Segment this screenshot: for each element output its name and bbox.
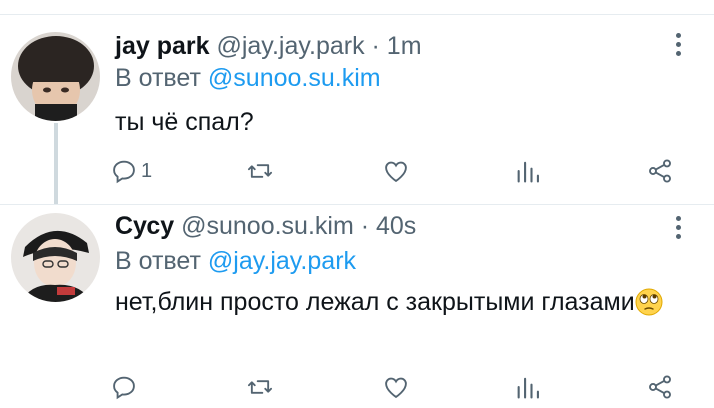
- reply-count: 1: [141, 159, 153, 182]
- reply-button[interactable]: 1: [110, 153, 152, 189]
- like-button[interactable]: [382, 153, 410, 189]
- like-icon: [385, 377, 407, 399]
- separator: ·: [364, 32, 387, 60]
- more-icon[interactable]: [664, 30, 694, 60]
- eye-roll-emoji-icon: [635, 288, 663, 327]
- tweet-susu[interactable]: Сусу @sunoo.su.kim · 40s В ответ @jay.ja…: [0, 205, 714, 408]
- tweet-text-content: нет,блин просто лежал с закрытыми глазам…: [115, 288, 635, 316]
- analytics-button[interactable]: [514, 153, 542, 189]
- avatar[interactable]: [11, 32, 100, 121]
- thread-line: [54, 123, 58, 205]
- retweet-icon: [247, 380, 273, 394]
- tweet-text: нет,блин просто лежал с закрытыми глазам…: [115, 283, 675, 327]
- timestamp[interactable]: 40s: [376, 212, 416, 240]
- reply-to-line: В ответ @sunoo.su.kim: [115, 62, 381, 94]
- display-name[interactable]: Сусу: [115, 212, 174, 240]
- share-button[interactable]: [646, 369, 674, 405]
- analytics-button[interactable]: [514, 369, 542, 405]
- share-icon: [649, 159, 671, 183]
- handle[interactable]: @sunoo.su.kim: [181, 212, 354, 240]
- tweet-text-content: ты чё спал?: [115, 108, 254, 136]
- analytics-icon: [517, 377, 539, 399]
- tweet-jay-park[interactable]: jay park @jay.jay.park · 1m В ответ @sun…: [0, 15, 714, 205]
- reply-icon: [113, 160, 135, 184]
- reply-to-line: В ответ @jay.jay.park: [115, 245, 356, 277]
- timestamp[interactable]: 1m: [387, 32, 422, 60]
- tweet-actions: 1: [110, 153, 700, 189]
- share-icon: [649, 375, 671, 399]
- tweet-text: ты чё спал?: [115, 103, 254, 141]
- reply-to-link[interactable]: @sunoo.su.kim: [208, 64, 381, 92]
- separator: ·: [353, 212, 376, 240]
- like-button[interactable]: [382, 369, 410, 405]
- analytics-icon: [517, 161, 539, 183]
- reply-to-link[interactable]: @jay.jay.park: [208, 247, 356, 275]
- retweet-icon: [247, 164, 273, 178]
- handle[interactable]: @jay.jay.park: [216, 32, 364, 60]
- display-name[interactable]: jay park: [115, 32, 210, 60]
- reply-prefix: В ответ: [115, 247, 208, 275]
- reply-icon: [113, 376, 135, 400]
- like-icon: [385, 161, 407, 183]
- avatar[interactable]: [11, 213, 100, 302]
- retweet-button[interactable]: [246, 153, 274, 189]
- reply-button[interactable]: [110, 369, 141, 405]
- tweet-header: jay park @jay.jay.park · 1m: [115, 28, 422, 64]
- tweet-header: Сусу @sunoo.su.kim · 40s: [115, 208, 416, 244]
- retweet-button[interactable]: [246, 369, 274, 405]
- more-icon[interactable]: [664, 213, 694, 243]
- share-button[interactable]: [646, 153, 674, 189]
- tweet-actions: [110, 369, 700, 405]
- reply-prefix: В ответ: [115, 64, 208, 92]
